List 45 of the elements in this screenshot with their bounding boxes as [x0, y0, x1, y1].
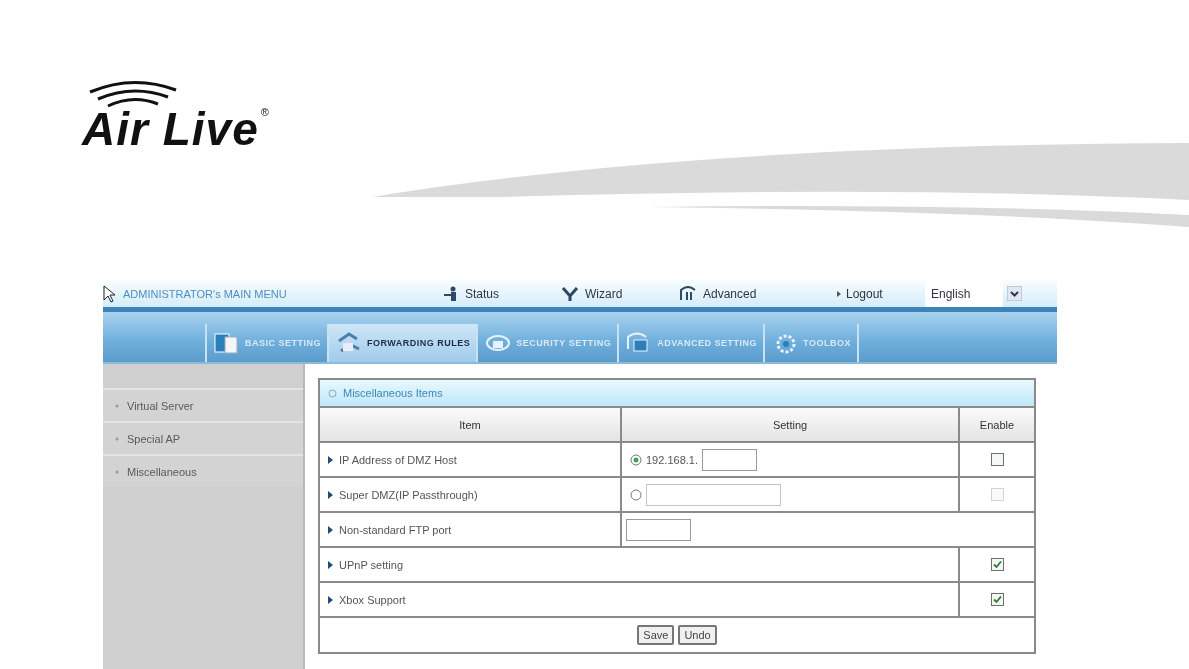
input-field[interactable]: [702, 448, 757, 471]
document-icon: [213, 331, 241, 355]
triangle-icon: [328, 490, 333, 499]
radio-button[interactable]: [630, 488, 642, 501]
column-header: Item: [319, 407, 621, 442]
triangle-icon: [837, 290, 841, 297]
triangle-icon: [328, 560, 333, 569]
nav-tab[interactable]: FORWARDING RULES: [327, 324, 477, 362]
checkbox[interactable]: [990, 593, 1004, 606]
person-icon: [443, 285, 459, 302]
column-header: Setting: [621, 407, 959, 442]
item-label: Xbox Support: [339, 593, 406, 606]
item-label: IP Address of DMZ Host: [339, 453, 457, 466]
triangle-icon: [328, 525, 333, 534]
input-field[interactable]: [626, 518, 691, 541]
checkbox[interactable]: [990, 453, 1004, 466]
nav-link[interactable]: Wizard: [561, 285, 679, 302]
sidebar-item[interactable]: Special AP: [103, 421, 303, 454]
menu-title: ADMINISTRATOR's MAIN MENU: [123, 287, 288, 300]
item-label: Non-standard FTP port: [339, 523, 452, 536]
wave-arcs-icon: [88, 78, 178, 110]
sidebar-item[interactable]: Miscellaneous: [103, 454, 303, 487]
sidebar-item[interactable]: Virtual Server: [103, 388, 303, 421]
radio-button[interactable]: [630, 453, 642, 466]
column-header: Enable: [959, 407, 1035, 442]
nav-link[interactable]: Status: [443, 285, 561, 302]
form-button[interactable]: Undo: [678, 625, 717, 645]
dropdown-icon[interactable]: [1007, 286, 1022, 301]
brand-logo: Air Live: [82, 106, 259, 152]
figure-icon: [561, 285, 579, 302]
logout-link[interactable]: Logout: [837, 286, 925, 301]
language-select[interactable]: English: [925, 280, 1003, 307]
registered-mark: ®: [260, 106, 269, 118]
triangle-icon: [328, 595, 333, 604]
nav-link[interactable]: Advanced: [679, 285, 837, 302]
item-label: Super DMZ(IP Passthrough): [339, 488, 478, 501]
form-button[interactable]: Save: [637, 625, 675, 645]
cursor-icon: [103, 284, 117, 303]
item-label: UPnP setting: [339, 558, 403, 571]
checkbox[interactable]: [990, 558, 1004, 571]
input-field[interactable]: [646, 483, 781, 506]
circle-icon: [328, 388, 337, 398]
ip-prefix: 192.168.1.: [646, 453, 698, 466]
triangle-icon: [328, 455, 333, 464]
panel-title: Miscellaneous Items: [343, 387, 443, 399]
